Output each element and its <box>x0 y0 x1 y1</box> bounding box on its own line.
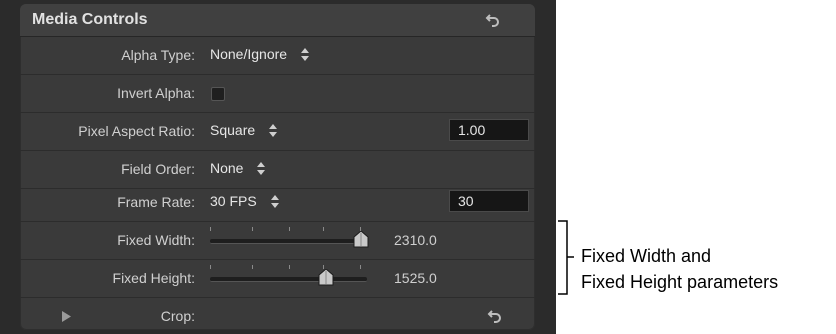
reset-icon[interactable] <box>485 12 501 28</box>
row-fixed-height: Fixed Height: 1525.0 <box>20 260 535 298</box>
slider-tick <box>360 265 361 269</box>
field-order-popup[interactable]: None <box>210 160 266 176</box>
slider-tick <box>252 227 253 231</box>
fixed-height-slider-thumb[interactable] <box>318 269 334 286</box>
fixed-height-slider[interactable] <box>210 265 367 282</box>
frame-rate-popup[interactable]: 30 FPS <box>210 193 279 209</box>
slider-tick <box>289 227 290 231</box>
alpha-type-value: None/Ignore <box>210 46 288 62</box>
row-invert-alpha: Invert Alpha: <box>20 75 535 113</box>
crop-label: Crop: <box>160 308 195 324</box>
reset-icon[interactable] <box>487 308 503 324</box>
slider-tick <box>289 265 290 269</box>
frame-rate-value: 30 FPS <box>210 193 257 209</box>
fixed-height-label: Fixed Height: <box>112 270 195 286</box>
alpha-type-popup[interactable]: None/Ignore <box>210 46 309 62</box>
slider-tick <box>210 227 211 231</box>
media-controls-group: Media Controls Alpha Type: None/Ignore I… <box>20 4 535 330</box>
invert-alpha-label: Invert Alpha: <box>117 85 195 101</box>
updown-arrows-icon <box>269 123 278 137</box>
row-pixel-aspect-ratio: Pixel Aspect Ratio: Square 1.00 <box>20 113 535 151</box>
frame-rate-label: Frame Rate: <box>117 194 195 210</box>
annotation-line-1: Fixed Width and <box>581 246 712 266</box>
annotation-bracket <box>558 220 574 295</box>
pixel-aspect-ratio-label: Pixel Aspect Ratio: <box>78 123 195 139</box>
disclosure-triangle-icon[interactable] <box>62 311 71 322</box>
fixed-width-value[interactable]: 2310.0 <box>394 232 437 248</box>
pixel-aspect-ratio-popup[interactable]: Square <box>210 122 278 138</box>
frame-rate-field[interactable]: 30 <box>449 190 529 212</box>
updown-arrows-icon <box>257 161 266 175</box>
slider-tick <box>252 265 253 269</box>
fixed-height-value[interactable]: 1525.0 <box>394 270 437 286</box>
pixel-aspect-ratio-field[interactable]: 1.00 <box>449 119 529 141</box>
row-fixed-width: Fixed Width: 2310.0 <box>20 222 535 260</box>
alpha-type-label: Alpha Type: <box>121 47 195 63</box>
fixed-width-slider-thumb[interactable] <box>353 231 369 248</box>
row-alpha-type: Alpha Type: None/Ignore <box>20 37 535 75</box>
pixel-aspect-ratio-value: Square <box>210 122 256 138</box>
row-frame-rate: Frame Rate: 30 FPS 30 <box>20 184 535 222</box>
annotation-line-2: Fixed Height parameters <box>581 272 779 292</box>
updown-arrows-icon <box>300 47 309 61</box>
media-controls-header[interactable]: Media Controls <box>20 4 535 37</box>
slider-tick <box>210 265 211 269</box>
slider-tick <box>323 227 324 231</box>
field-order-label: Field Order: <box>121 161 195 177</box>
field-order-value: None <box>210 160 244 176</box>
fixed-width-slider[interactable] <box>210 227 367 244</box>
invert-alpha-checkbox[interactable] <box>211 87 225 101</box>
updown-arrows-icon <box>270 194 279 208</box>
row-crop: Crop: <box>20 298 535 330</box>
section-title: Media Controls <box>32 11 148 28</box>
fixed-width-label: Fixed Width: <box>117 232 195 248</box>
inspector-panel: Media Controls Alpha Type: None/Ignore I… <box>0 0 556 334</box>
